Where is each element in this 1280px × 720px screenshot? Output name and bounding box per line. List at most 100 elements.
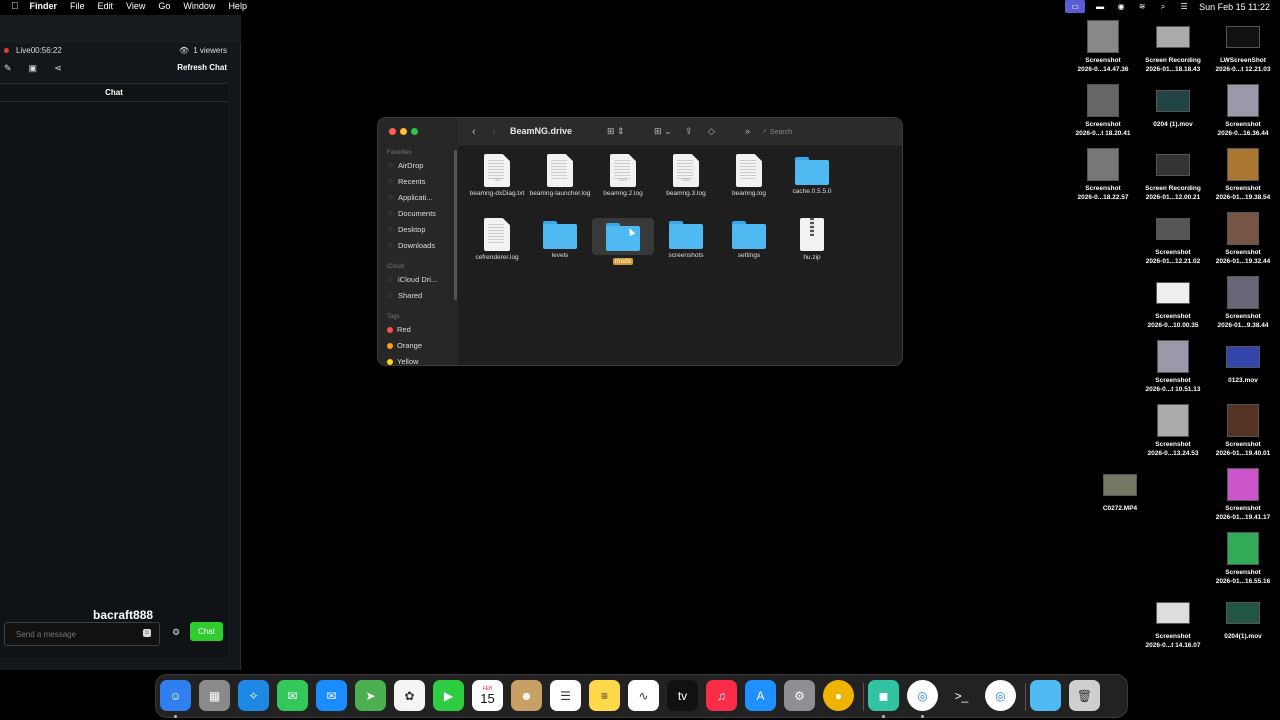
desktop-file-item[interactable]: Screenshot 2026-0...t 10.51.13: [1138, 340, 1208, 394]
desktop-file-item[interactable]: Screenshot 2026-01...16.55.16: [1208, 532, 1278, 586]
file-item[interactable]: cefrenderer.log: [466, 218, 528, 262]
contacts-icon[interactable]: ☻: [511, 680, 542, 711]
menu-view[interactable]: View: [126, 0, 145, 13]
zoom-window-button[interactable]: [411, 128, 418, 135]
view-grid-icon[interactable]: ⊞ ⇕: [607, 126, 625, 137]
record-icon[interactable]: ◉: [1115, 2, 1127, 12]
refresh-chat-button[interactable]: Refresh Chat: [177, 63, 227, 72]
desktop-file-item[interactable]: Screenshot 2026-0...16.36.44: [1208, 84, 1278, 138]
folder-item[interactable]: levels: [529, 218, 591, 260]
chat-send-button[interactable]: Chat: [190, 622, 223, 641]
menu-clock[interactable]: Sun Feb 15 11:22: [1199, 2, 1270, 12]
folder-item[interactable]: settings: [718, 218, 780, 260]
finder-search-field[interactable]: ⌕ Search: [760, 125, 896, 139]
desktop-file-item[interactable]: 0204(1).mov: [1208, 596, 1278, 641]
screen-share-icon[interactable]: ▭: [1065, 0, 1086, 13]
menu-file[interactable]: File: [70, 0, 85, 13]
desktop-file-item[interactable]: Screenshot 2026-01...19.40.01: [1208, 404, 1278, 458]
messages-icon[interactable]: ✉: [277, 680, 308, 711]
minimize-window-button[interactable]: [400, 128, 407, 135]
downloads-folder-icon[interactable]: [1030, 680, 1061, 711]
sidebar-item-favorites-0[interactable]: ◌ AirDrop: [387, 161, 423, 170]
file-item[interactable]: hu.zip: [781, 218, 843, 262]
sidebar-item-favorites-3[interactable]: ◌ Documents: [387, 209, 436, 218]
control-center-icon[interactable]: ☰: [1178, 2, 1190, 12]
freeform-icon[interactable]: ∿: [628, 680, 659, 711]
desktop-file-item[interactable]: Screenshot 2026-01...19.41.17: [1208, 468, 1278, 522]
desktop-file-item[interactable]: 0204 (1).mov: [1138, 84, 1208, 129]
desktop-file-item[interactable]: Screenshot 2026-0...t 14.16.07: [1138, 596, 1208, 650]
finder-icon[interactable]: ☺: [160, 680, 191, 711]
sidebar-item-icloud-0[interactable]: ◌ iCloud Dri...: [387, 275, 437, 284]
appletv-icon[interactable]: tv: [667, 680, 698, 711]
file-item[interactable]: LOG beamng.2.log: [592, 154, 654, 198]
desktop-file-item[interactable]: 0123.mov: [1208, 340, 1278, 385]
more-chevrons-icon[interactable]: »: [745, 126, 750, 136]
back-chevron-icon[interactable]: ‹: [472, 126, 476, 138]
share-icon[interactable]: ⋖: [54, 63, 62, 74]
desktop-file-item[interactable]: Screenshot 2026-01...19.38.54: [1208, 148, 1278, 202]
file-item[interactable]: LOG beamng.3.log: [655, 154, 717, 198]
file-item[interactable]: beamng-launcher.log: [529, 154, 591, 198]
appstore-icon[interactable]: A: [745, 680, 776, 711]
sidebar-scrollbar[interactable]: [454, 150, 457, 300]
desktop-file-item[interactable]: Screen Recording 2026-01...12.00.21: [1138, 148, 1208, 202]
trash-icon[interactable]: 🗑: [1069, 680, 1100, 711]
menu-window[interactable]: Window: [183, 0, 215, 13]
wifi-icon[interactable]: ≋: [1136, 2, 1148, 12]
desktop-file-item[interactable]: Screen Recording 2026-01...18.18.43: [1138, 20, 1208, 74]
folder-item[interactable]: screenshots: [655, 218, 717, 260]
sidebar-item-tags-0[interactable]: Red: [387, 325, 411, 334]
menu-go[interactable]: Go: [158, 0, 170, 13]
settings-icon[interactable]: ⚙: [784, 680, 815, 711]
camera-icon[interactable]: ▣: [29, 63, 38, 74]
share-upload-icon[interactable]: ⇪: [685, 126, 693, 137]
sidebar-item-icloud-1[interactable]: ◌ Shared: [387, 291, 422, 300]
maps-icon[interactable]: ➤: [355, 680, 386, 711]
desktop-file-item[interactable]: Screenshot 2026-0...13.24.53: [1138, 404, 1208, 458]
apple-menu-icon[interactable]: : [11, 0, 19, 13]
car-icon[interactable]: ▬: [1094, 2, 1106, 12]
file-item[interactable]: TXT beamng-dxDiag.txt: [466, 154, 528, 198]
stream-app-icon[interactable]: ●: [823, 680, 854, 711]
desktop-file-item[interactable]: Screenshot 2026-01...12.21.02: [1138, 212, 1208, 266]
menu-app-name[interactable]: Finder: [30, 0, 58, 13]
sidebar-item-tags-1[interactable]: Orange: [387, 341, 422, 350]
search-icon[interactable]: ⌕: [1157, 2, 1169, 12]
folder-item[interactable]: mods: [592, 218, 654, 266]
close-window-button[interactable]: [389, 128, 396, 135]
desktop-file-item[interactable]: Screenshot 2026-0...14.47.36: [1068, 20, 1138, 74]
chat-message-input[interactable]: [4, 622, 160, 646]
sidebar-item-tags-2[interactable]: Yellow: [387, 357, 418, 365]
safari-icon[interactable]: ✧: [238, 680, 269, 711]
menu-help[interactable]: Help: [228, 0, 247, 13]
music-icon[interactable]: ♫: [706, 680, 737, 711]
tag-icon[interactable]: ◇: [708, 126, 715, 137]
forward-chevron-icon[interactable]: ›: [492, 126, 496, 138]
streamlabs-icon[interactable]: ◼: [868, 680, 899, 711]
photos-icon[interactable]: ✿: [394, 680, 425, 711]
notes-icon[interactable]: ≡: [589, 680, 620, 711]
sidebar-item-favorites-1[interactable]: ◌ Recents: [387, 177, 425, 186]
chrome-icon[interactable]: ◎: [907, 680, 938, 711]
mail-icon[interactable]: ✉: [316, 680, 347, 711]
file-item[interactable]: beamng.log: [718, 154, 780, 198]
chat-settings-gear-icon[interactable]: ⚙: [172, 627, 180, 638]
desktop-file-item[interactable]: Screenshot 2026-0...10.00.35: [1138, 276, 1208, 330]
desktop-file-item[interactable]: Screenshot 2026-01...9.38.44: [1208, 276, 1278, 330]
desktop-file-item[interactable]: Screenshot 2026-01...19.32.44: [1208, 212, 1278, 266]
folder-item[interactable]: cache.0.5.5.0: [781, 154, 843, 196]
launchpad-icon[interactable]: ▦: [199, 680, 230, 711]
calendar-icon[interactable]: FEB 15: [472, 680, 503, 711]
facetime-icon[interactable]: ▶: [433, 680, 464, 711]
desktop-file-item[interactable]: LWScreenShot 2026-0...t 12.21.03: [1208, 20, 1278, 74]
desktop-file-item[interactable]: C0272.MP4: [1085, 468, 1155, 513]
desktop-file-item[interactable]: Screenshot 2026-0...t 18.20.41: [1068, 84, 1138, 138]
edit-pencil-icon[interactable]: ✎: [4, 63, 12, 74]
group-icon[interactable]: ⊞ ⌄: [654, 126, 672, 137]
sidebar-item-favorites-5[interactable]: ◌ Downloads: [387, 241, 435, 250]
menu-edit[interactable]: Edit: [98, 0, 114, 13]
chrome-profile-icon[interactable]: ◎: [985, 680, 1016, 711]
terminal-icon[interactable]: >_: [946, 680, 977, 711]
sidebar-item-favorites-4[interactable]: ◌ Desktop: [387, 225, 425, 234]
